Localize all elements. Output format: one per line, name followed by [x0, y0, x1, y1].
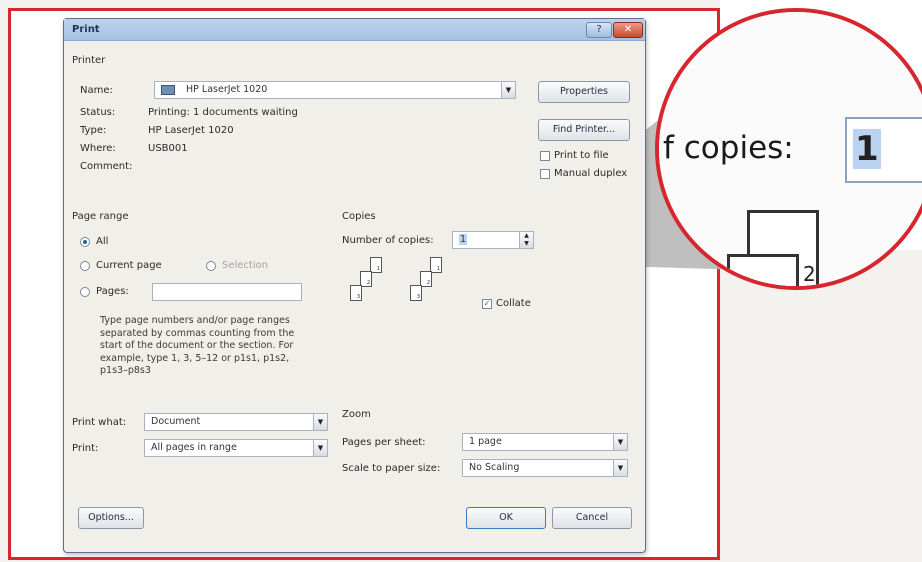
- lens-copies-input: 1: [845, 117, 922, 183]
- spinner-icon[interactable]: ▲ ▼: [519, 232, 533, 248]
- chevron-down-icon[interactable]: ▼: [313, 440, 327, 456]
- where-value: USB001: [148, 143, 188, 154]
- printer-icon: [161, 84, 175, 95]
- find-printer-button[interactable]: Find Printer...: [538, 119, 630, 141]
- print-what-value: Document: [151, 416, 201, 427]
- title-bar: Print ? ✕: [64, 19, 645, 41]
- page-range-description: Type page numbers and/or page ranges sep…: [100, 315, 295, 376]
- page-icon: 3: [350, 285, 362, 301]
- pages-label: Pages:: [96, 286, 129, 297]
- magnifier-lens: f copies: 1 2: [655, 8, 922, 290]
- print-select[interactable]: All pages in range ▼: [144, 439, 328, 457]
- comment-label: Comment:: [80, 161, 133, 172]
- options-button[interactable]: Options...: [78, 507, 144, 529]
- print-label: Print:: [72, 443, 99, 454]
- page-icon: 3: [410, 285, 422, 301]
- collate-label: Collate: [496, 298, 531, 309]
- number-of-copies-input[interactable]: 1 ▲ ▼: [452, 231, 534, 249]
- lens-copies-label: f copies:: [663, 130, 794, 166]
- selection-label: Selection: [222, 260, 269, 271]
- pages-per-sheet-label: Pages per sheet:: [342, 437, 426, 448]
- lens-page-number: 2: [803, 262, 816, 286]
- chevron-down-icon[interactable]: ▼: [501, 82, 515, 98]
- printer-group-label: Printer: [72, 55, 106, 66]
- status-label: Status:: [80, 107, 116, 118]
- printer-name-label: Name:: [80, 85, 113, 96]
- print-to-file-checkbox[interactable]: [540, 151, 550, 161]
- status-value: Printing: 1 documents waiting: [148, 107, 298, 118]
- type-label: Type:: [80, 125, 107, 136]
- print-what-select[interactable]: Document ▼: [144, 413, 328, 431]
- manual-duplex-label: Manual duplex: [554, 168, 628, 179]
- dialog-title: Print: [72, 24, 100, 35]
- collate-checkbox[interactable]: ✓: [482, 299, 492, 309]
- zoom-group-label: Zoom: [342, 409, 371, 420]
- printer-name-value: HP LaserJet 1020: [186, 84, 268, 95]
- lens-page-icon: [727, 254, 799, 286]
- where-label: Where:: [80, 143, 116, 154]
- print-to-file-label: Print to file: [554, 150, 609, 161]
- pages-per-sheet-select[interactable]: 1 page ▼: [462, 433, 628, 451]
- printer-name-select[interactable]: HP LaserJet 1020 ▼: [154, 81, 516, 99]
- scale-value: No Scaling: [469, 462, 520, 473]
- scale-label: Scale to paper size:: [342, 463, 441, 474]
- lens-copies-value: 1: [853, 129, 881, 169]
- chevron-down-icon[interactable]: ▼: [313, 414, 327, 430]
- all-pages-label: All: [96, 236, 109, 247]
- copies-group-label: Copies: [342, 211, 376, 222]
- ok-button[interactable]: OK: [466, 507, 546, 529]
- scale-select[interactable]: No Scaling ▼: [462, 459, 628, 477]
- cancel-button[interactable]: Cancel: [552, 507, 632, 529]
- current-page-radio[interactable]: [80, 261, 90, 271]
- chevron-down-icon[interactable]: ▼: [613, 434, 627, 450]
- selection-radio: [206, 261, 216, 271]
- number-of-copies-value: 1: [459, 234, 468, 245]
- all-pages-radio[interactable]: [80, 237, 90, 247]
- pages-input[interactable]: [152, 283, 302, 301]
- help-button[interactable]: ?: [586, 22, 612, 38]
- chevron-down-icon[interactable]: ▼: [613, 460, 627, 476]
- print-what-label: Print what:: [72, 417, 127, 428]
- current-page-label: Current page: [96, 260, 162, 271]
- close-button[interactable]: ✕: [613, 22, 643, 38]
- pages-per-sheet-value: 1 page: [469, 436, 502, 447]
- print-value: All pages in range: [151, 442, 237, 453]
- print-dialog: Print ? ✕ Printer Name: HP LaserJet 1020…: [63, 18, 646, 553]
- properties-button[interactable]: Properties: [538, 81, 630, 103]
- pages-radio[interactable]: [80, 287, 90, 297]
- manual-duplex-checkbox[interactable]: [540, 169, 550, 179]
- number-of-copies-label: Number of copies:: [342, 235, 434, 246]
- page-range-group-label: Page range: [72, 211, 129, 222]
- type-value: HP LaserJet 1020: [148, 125, 234, 136]
